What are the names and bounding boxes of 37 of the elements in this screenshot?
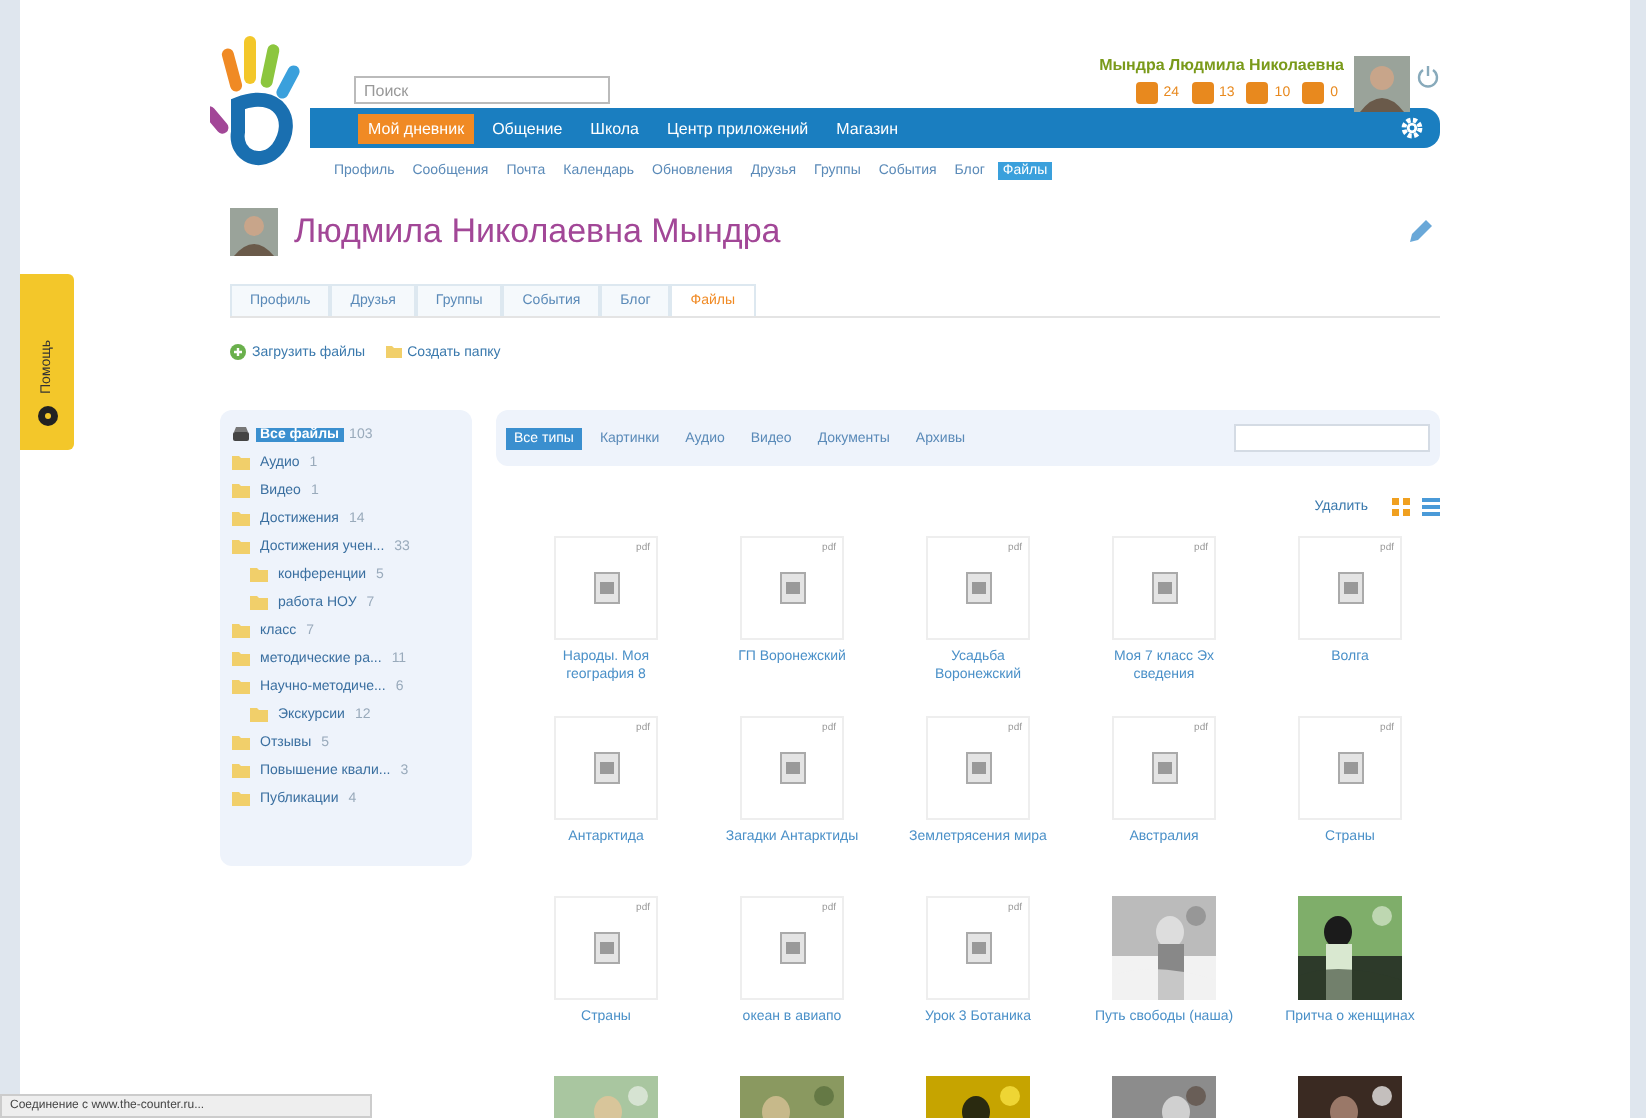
counter-icon[interactable] bbox=[1246, 82, 1269, 104]
document-icon bbox=[593, 752, 619, 784]
filter-search-field[interactable] bbox=[1234, 424, 1430, 452]
document-icon bbox=[1151, 572, 1177, 604]
drive-icon bbox=[232, 426, 250, 442]
help-icon bbox=[37, 406, 57, 426]
plus-icon bbox=[230, 344, 246, 360]
counter-icon[interactable] bbox=[1302, 82, 1325, 104]
document-icon bbox=[593, 572, 619, 604]
grid-view-icon[interactable] bbox=[1392, 497, 1410, 515]
nav-item[interactable]: Мой дневник bbox=[358, 113, 475, 143]
document-icon bbox=[779, 752, 805, 784]
profile-photo bbox=[230, 208, 278, 256]
list-view-icon[interactable] bbox=[1422, 497, 1440, 515]
nav-item[interactable]: Общение bbox=[482, 113, 573, 143]
nav-item[interactable]: Магазин bbox=[826, 113, 908, 143]
power-icon[interactable] bbox=[1416, 64, 1440, 88]
document-icon bbox=[1337, 752, 1363, 784]
document-icon bbox=[965, 572, 991, 604]
document-icon bbox=[593, 932, 619, 964]
pencil-icon[interactable] bbox=[1404, 216, 1436, 248]
document-icon bbox=[1337, 572, 1363, 604]
nav-item[interactable]: Центр приложений bbox=[656, 113, 819, 143]
counter-icon[interactable] bbox=[1135, 82, 1158, 104]
nav-item[interactable]: Школа bbox=[580, 113, 649, 143]
document-icon bbox=[1151, 752, 1177, 784]
document-icon bbox=[965, 932, 991, 964]
user-name[interactable]: Мындра Людмила Николаевна bbox=[1099, 56, 1344, 74]
profile-name: Людмила Николаевна Мындра bbox=[294, 212, 781, 252]
avatar[interactable] bbox=[1354, 56, 1410, 112]
document-icon bbox=[965, 752, 991, 784]
document-icon bbox=[779, 932, 805, 964]
document-icon bbox=[779, 572, 805, 604]
settings-icon[interactable] bbox=[1400, 116, 1424, 140]
counter-icon[interactable] bbox=[1191, 82, 1213, 104]
search-field[interactable]: Поиск bbox=[354, 76, 610, 104]
folder-icon bbox=[385, 344, 402, 360]
